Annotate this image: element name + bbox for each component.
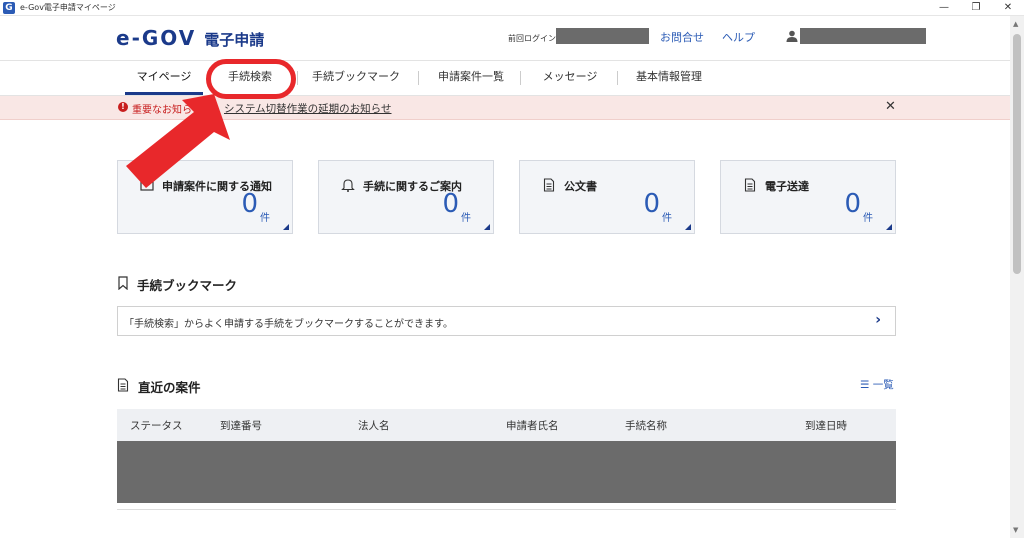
tab-mypage[interactable]: マイページ	[125, 61, 203, 95]
tab-procedure-bookmarks[interactable]: 手続ブックマーク	[303, 61, 409, 95]
nav-divider	[297, 71, 298, 85]
tab-application-list[interactable]: 申請案件一覧	[426, 61, 516, 95]
card-electronic-delivery[interactable]: 電子送達 0 件	[720, 160, 896, 234]
corner-triangle-icon	[283, 224, 289, 230]
card-count: 0	[844, 189, 861, 219]
card-unit: 件	[662, 213, 672, 224]
card-count: 0	[241, 189, 258, 219]
window-titlebar: G e-Gov電子申請マイページ — ❐ ✕	[0, 0, 1024, 16]
chevron-right-icon: ›	[875, 312, 881, 328]
minimize-button[interactable]: —	[928, 0, 960, 16]
window-controls: — ❐ ✕	[928, 0, 1024, 16]
scroll-up-icon[interactable]: ▲	[1013, 20, 1018, 28]
redacted-user-name	[800, 28, 926, 44]
bookmark-hint-text: 「手続検索」からよく申請する手続をブックマークすることができます。	[124, 319, 453, 330]
document-icon	[117, 378, 129, 392]
app-icon: G	[3, 1, 15, 14]
maximize-button[interactable]: ❐	[960, 0, 992, 16]
card-count: 0	[442, 189, 459, 219]
corner-triangle-icon	[685, 224, 691, 230]
site-header: e-GOV 電子申請 前回ログイン お問合せ ヘルプ	[0, 16, 1010, 60]
column-header: 申請者氏名	[506, 420, 559, 432]
card-official-documents[interactable]: 公文書 0 件	[519, 160, 695, 234]
document-icon	[543, 178, 555, 192]
nav-divider	[418, 71, 419, 85]
main-nav: マイページ 手続検索 手続ブックマーク 申請案件一覧 メッセージ 基本情報管理	[0, 60, 1010, 96]
vertical-scrollbar[interactable]: ▲ ▼	[1010, 16, 1024, 538]
column-header: 手続名称	[625, 420, 667, 432]
corner-triangle-icon	[484, 224, 490, 230]
card-unit: 件	[863, 213, 873, 224]
nav-divider	[520, 71, 521, 85]
column-header: 到達日時	[805, 420, 847, 432]
list-icon: ☰	[860, 379, 873, 391]
view-list-link[interactable]: ☰ 一覧	[860, 377, 894, 392]
bookmark-section-title: 手続ブックマーク	[137, 278, 238, 293]
egov-logo[interactable]: e-GOV 電子申請	[116, 26, 264, 50]
redacted-last-login	[556, 28, 649, 44]
column-header: ステータス	[130, 420, 183, 432]
card-title: 電子送達	[765, 180, 809, 193]
last-login-label: 前回ログイン	[508, 34, 556, 43]
scroll-down-icon[interactable]: ▼	[1013, 526, 1018, 534]
help-link[interactable]: ヘルプ	[722, 29, 755, 45]
recent-cases-table-header: ステータス 到達番号 法人名 申請者氏名 手続名称 到達日時	[117, 409, 896, 441]
card-title: 公文書	[564, 180, 597, 193]
column-header: 法人名	[358, 420, 390, 432]
table-divider	[117, 509, 896, 510]
document-icon	[744, 178, 756, 192]
redacted-table-rows	[117, 441, 896, 503]
notice-close-button[interactable]: ✕	[885, 99, 896, 114]
user-icon	[786, 30, 798, 42]
card-count: 0	[643, 189, 660, 219]
bell-icon	[341, 179, 355, 192]
nav-divider	[617, 71, 618, 85]
notice-link[interactable]: システム切替作業の延期のお知らせ	[224, 101, 391, 116]
window-title: e-Gov電子申請マイページ	[20, 3, 116, 12]
corner-triangle-icon	[886, 224, 892, 230]
card-procedure-guidance[interactable]: 手続に関するご案内 0 件	[318, 160, 494, 234]
card-unit: 件	[461, 213, 471, 224]
recent-cases-title: 直近の案件	[138, 380, 201, 395]
contact-link[interactable]: お問合せ	[660, 29, 704, 45]
tab-messages[interactable]: メッセージ	[530, 61, 610, 95]
tab-basic-info[interactable]: 基本情報管理	[624, 61, 714, 95]
logo-sub-text: 電子申請	[204, 31, 265, 49]
close-window-button[interactable]: ✕	[992, 0, 1024, 16]
column-header: 到達番号	[220, 420, 262, 432]
card-unit: 件	[260, 213, 270, 224]
bookmark-icon	[118, 276, 128, 290]
logo-main-text: e-GOV	[116, 26, 197, 50]
list-link-label: 一覧	[872, 379, 894, 391]
bookmark-hint-box[interactable]: 「手続検索」からよく申請する手続をブックマークすることができます。 ›	[117, 306, 896, 336]
annotation-arrow-icon	[126, 94, 230, 188]
scrollbar-thumb[interactable]	[1013, 34, 1021, 274]
